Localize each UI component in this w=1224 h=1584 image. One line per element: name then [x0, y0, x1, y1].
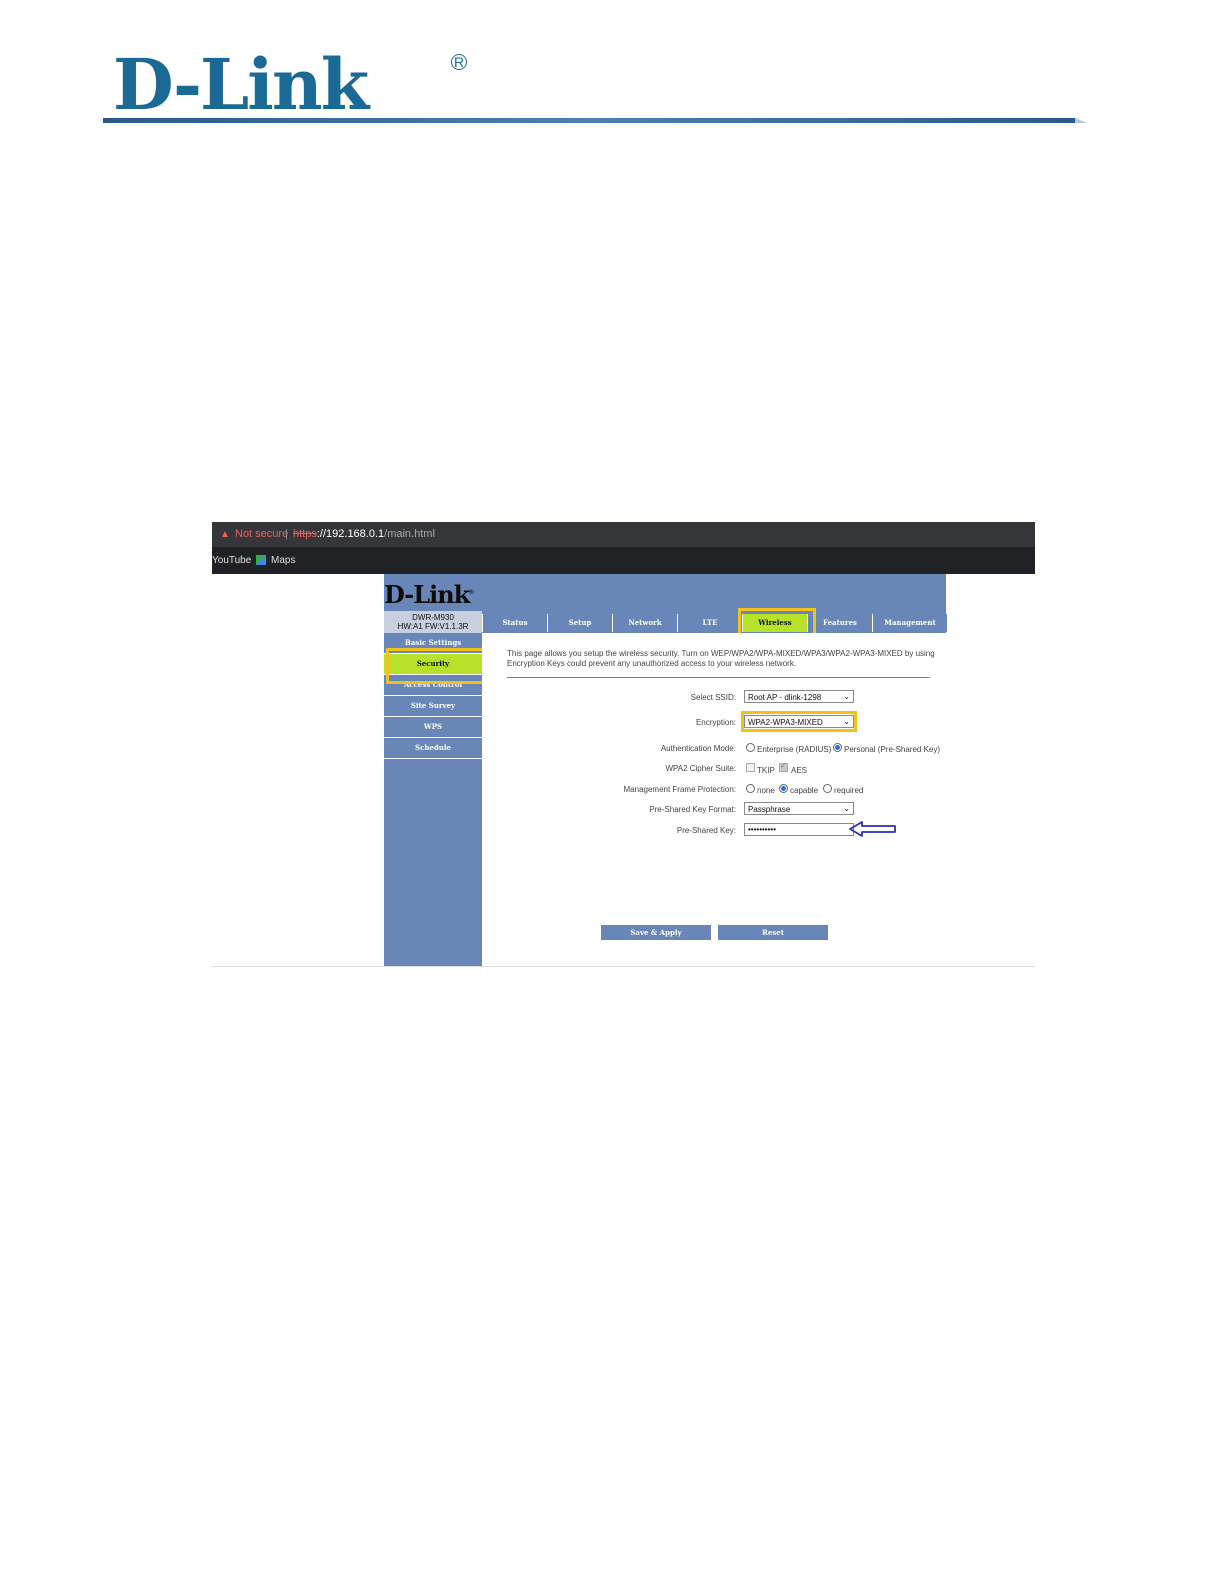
encryption-label: Encryption:	[695, 718, 736, 727]
security-item-highlight	[386, 648, 487, 684]
firmware-version: HW:A1 FW:V1.1.3R	[397, 622, 469, 631]
cipher-suite-label: WPA2 Cipher Suite:	[665, 764, 736, 773]
psk-format-value: Passphrase	[748, 805, 791, 814]
bookmark-youtube[interactable]: YouTube	[212, 547, 251, 574]
cipher-tkip-label: TKIP	[757, 766, 775, 775]
dlink-document-logo: D-Link R	[113, 50, 467, 120]
encryption-highlight	[741, 711, 857, 732]
logo-text: D-Link	[113, 43, 369, 126]
psk-format-label: Pre-Shared Key Format:	[649, 805, 736, 814]
browser-address-bar[interactable]: ▲ Not secure | https://192.168.0.1/main.…	[212, 522, 1035, 547]
model-name: DWR-M930	[412, 613, 454, 622]
auth-personal-radio[interactable]	[833, 743, 842, 752]
psk-format-select[interactable]: Passphrase ⌄	[744, 802, 854, 815]
auth-enterprise-label: Enterprise (RADIUS)	[757, 745, 832, 754]
maps-icon	[256, 555, 266, 565]
auth-mode-label: Authentication Mode:	[660, 744, 736, 753]
tab-network[interactable]: Network	[612, 614, 677, 632]
chevron-down-icon: ⌄	[843, 692, 850, 701]
sidebar-item-site-survey[interactable]: Site Survey	[384, 696, 482, 717]
mfp-none-radio[interactable]	[746, 784, 755, 793]
router-admin-page: D-Link® DWR-M930 HW:A1 FW:V1.1.3R Status…	[384, 574, 947, 967]
router-screenshot: ▲ Not secure | https://192.168.0.1/main.…	[212, 522, 1035, 967]
mfp-required-label: required	[834, 786, 864, 795]
sidebar-item-wps[interactable]: WPS	[384, 717, 482, 738]
content-divider	[507, 677, 930, 678]
psk-input[interactable]: ••••••••••	[744, 823, 854, 836]
address-separator: |	[285, 528, 288, 540]
security-settings-panel: This page allows you setup the wireless …	[482, 633, 946, 967]
chevron-down-icon: ⌄	[843, 804, 850, 813]
page-description: This page allows you setup the wireless …	[507, 649, 935, 668]
ssid-value: Root AP - dlink-1298	[748, 693, 822, 702]
cipher-aes-checkbox[interactable]	[779, 761, 788, 772]
ssid-select[interactable]: Root AP - dlink-1298 ⌄	[744, 690, 854, 703]
router-brand-logo: D-Link®	[384, 580, 474, 609]
model-info: DWR-M930 HW:A1 FW:V1.1.3R	[384, 611, 482, 633]
cipher-tkip-checkbox[interactable]	[746, 763, 755, 772]
auth-enterprise-radio[interactable]	[746, 743, 755, 752]
reset-button[interactable]: Reset	[718, 925, 828, 940]
warning-triangle-icon: ▲	[220, 529, 230, 540]
header-rule	[103, 118, 1087, 123]
psk-label: Pre-Shared Key:	[676, 826, 736, 835]
mfp-none-label: none	[757, 786, 775, 795]
ssid-label: Select SSID:	[690, 693, 736, 702]
tab-setup[interactable]: Setup	[547, 614, 612, 632]
top-nav-tabs: Status Setup Network LTE Wireless Featur…	[482, 611, 947, 633]
mfp-capable-radio[interactable]	[779, 784, 788, 793]
router-top-band: D-Link®	[384, 574, 946, 611]
url-text[interactable]: https://192.168.0.1/main.html	[293, 522, 435, 547]
auth-personal-label: Personal (Pre-Shared Key)	[844, 745, 941, 754]
sidebar-item-schedule[interactable]: Schedule	[384, 738, 482, 759]
mfp-required-radio[interactable]	[823, 784, 832, 793]
tab-status[interactable]: Status	[482, 614, 547, 632]
security-label[interactable]: Not secure	[235, 522, 288, 547]
cipher-aes-label: AES	[791, 766, 808, 775]
wireless-tab-highlight	[738, 608, 816, 636]
tab-lte[interactable]: LTE	[677, 614, 742, 632]
bookmark-maps[interactable]: Maps	[271, 547, 295, 574]
registered-mark: R	[451, 54, 467, 70]
mfp-label: Management Frame Protection:	[623, 785, 737, 794]
screenshot-bottom-edge	[212, 966, 1035, 967]
mfp-capable-label: capable	[790, 786, 819, 795]
arrow-left-icon	[849, 821, 896, 837]
tab-features[interactable]: Features	[807, 614, 872, 632]
tab-management[interactable]: Management	[872, 614, 947, 632]
bookmarks-bar: YouTube Maps	[212, 547, 1035, 574]
save-apply-button[interactable]: Save & Apply	[601, 925, 711, 940]
